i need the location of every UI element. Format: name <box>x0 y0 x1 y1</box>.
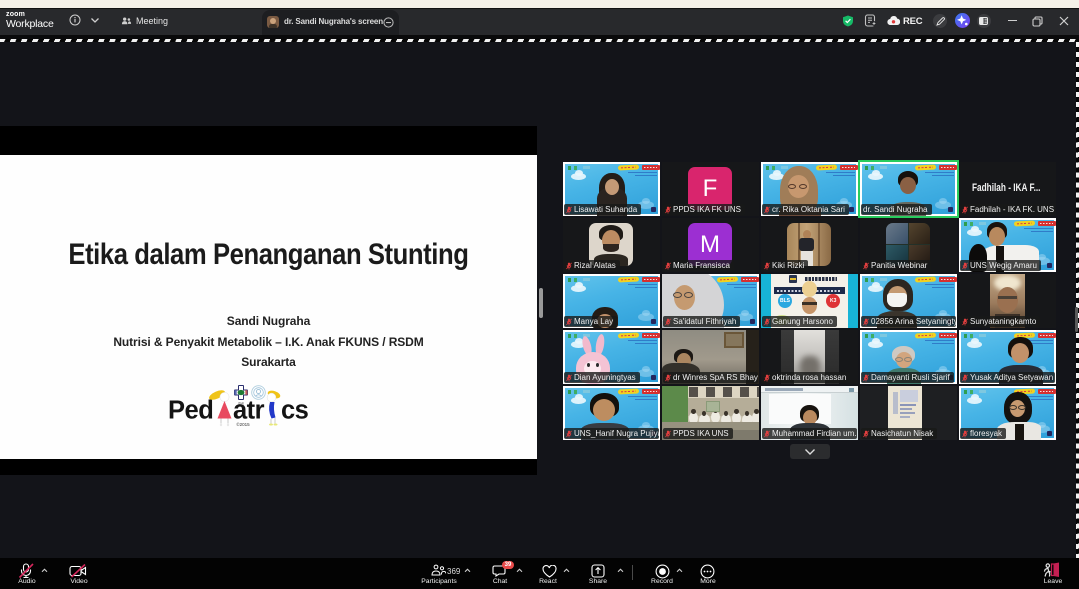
svg-text:cs: cs <box>281 397 309 425</box>
svg-text:Ped: Ped <box>168 397 213 425</box>
svg-text:atr: atr <box>233 397 265 425</box>
svg-text:©2015: ©2015 <box>236 421 250 427</box>
